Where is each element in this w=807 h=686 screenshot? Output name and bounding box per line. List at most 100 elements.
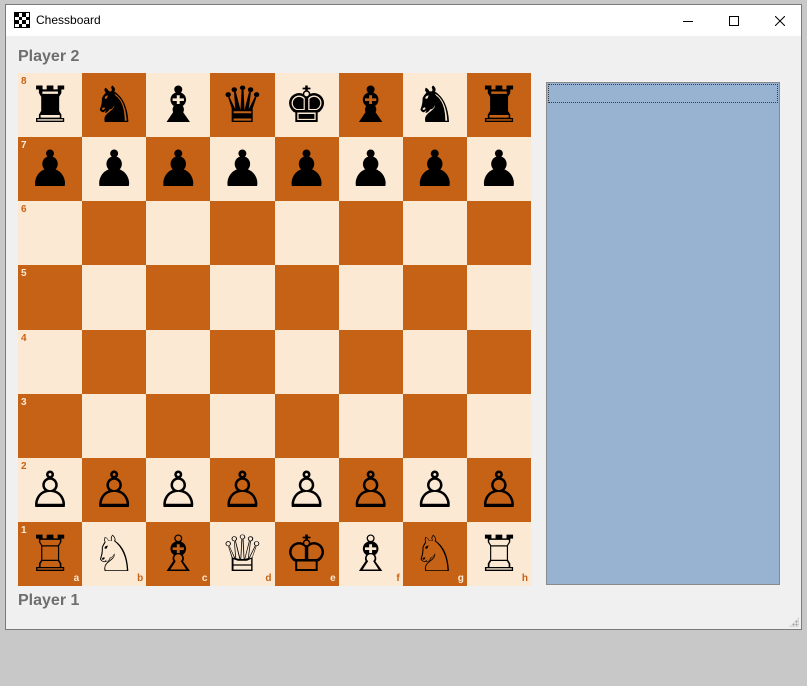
square-e8[interactable]: ♚ bbox=[274, 73, 339, 138]
square-e1[interactable]: e ♔ bbox=[274, 521, 339, 586]
square-b7[interactable]: ♟ bbox=[82, 137, 147, 202]
black-rook-icon[interactable]: ♜ bbox=[18, 73, 82, 137]
square-g1[interactable]: g ♘ bbox=[402, 521, 467, 586]
square-g4[interactable] bbox=[402, 329, 467, 394]
square-d6[interactable] bbox=[210, 201, 275, 266]
black-pawn-icon[interactable]: ♟ bbox=[467, 137, 531, 201]
square-d1[interactable]: d ♕ bbox=[210, 521, 275, 586]
square-d3[interactable] bbox=[210, 393, 275, 458]
square-f5[interactable] bbox=[338, 265, 403, 330]
white-queen-icon[interactable]: ♕ bbox=[210, 522, 274, 586]
square-h2[interactable]: ♙ bbox=[466, 457, 531, 522]
white-pawn-icon[interactable]: ♙ bbox=[82, 458, 146, 522]
white-knight-icon[interactable]: ♘ bbox=[82, 522, 146, 586]
square-e4[interactable] bbox=[274, 329, 339, 394]
square-a8[interactable]: 8 ♜ bbox=[18, 73, 83, 138]
black-bishop-icon[interactable]: ♝ bbox=[339, 73, 403, 137]
square-c3[interactable] bbox=[146, 393, 211, 458]
square-e2[interactable]: ♙ bbox=[274, 457, 339, 522]
square-f1[interactable]: f ♗ bbox=[338, 521, 403, 586]
square-h8[interactable]: ♜ bbox=[466, 73, 531, 138]
maximize-button[interactable] bbox=[711, 5, 757, 36]
white-rook-icon[interactable]: ♖ bbox=[467, 522, 531, 586]
black-pawn-icon[interactable]: ♟ bbox=[275, 137, 339, 201]
square-f3[interactable] bbox=[338, 393, 403, 458]
black-pawn-icon[interactable]: ♟ bbox=[339, 137, 403, 201]
white-pawn-icon[interactable]: ♙ bbox=[275, 458, 339, 522]
square-d5[interactable] bbox=[210, 265, 275, 330]
square-a3[interactable]: 3 bbox=[18, 393, 83, 458]
black-pawn-icon[interactable]: ♟ bbox=[210, 137, 274, 201]
square-b2[interactable]: ♙ bbox=[82, 457, 147, 522]
square-c8[interactable]: ♝ bbox=[146, 73, 211, 138]
square-e7[interactable]: ♟ bbox=[274, 137, 339, 202]
square-d2[interactable]: ♙ bbox=[210, 457, 275, 522]
square-b4[interactable] bbox=[82, 329, 147, 394]
square-a6[interactable]: 6 bbox=[18, 201, 83, 266]
square-c4[interactable] bbox=[146, 329, 211, 394]
square-f4[interactable] bbox=[338, 329, 403, 394]
white-pawn-icon[interactable]: ♙ bbox=[18, 458, 82, 522]
white-bishop-icon[interactable]: ♗ bbox=[339, 522, 403, 586]
square-b8[interactable]: ♞ bbox=[82, 73, 147, 138]
square-h7[interactable]: ♟ bbox=[466, 137, 531, 202]
black-pawn-icon[interactable]: ♟ bbox=[403, 137, 467, 201]
square-e5[interactable] bbox=[274, 265, 339, 330]
square-b1[interactable]: b ♘ bbox=[82, 521, 147, 586]
square-d8[interactable]: ♛ bbox=[210, 73, 275, 138]
black-pawn-icon[interactable]: ♟ bbox=[18, 137, 82, 201]
square-g3[interactable] bbox=[402, 393, 467, 458]
white-pawn-icon[interactable]: ♙ bbox=[467, 458, 531, 522]
square-g8[interactable]: ♞ bbox=[402, 73, 467, 138]
square-h6[interactable] bbox=[466, 201, 531, 266]
square-a5[interactable]: 5 bbox=[18, 265, 83, 330]
white-bishop-icon[interactable]: ♗ bbox=[146, 522, 210, 586]
square-h5[interactable] bbox=[466, 265, 531, 330]
white-pawn-icon[interactable]: ♙ bbox=[339, 458, 403, 522]
white-king-icon[interactable]: ♔ bbox=[275, 522, 339, 586]
close-button[interactable] bbox=[757, 5, 803, 36]
square-c2[interactable]: ♙ bbox=[146, 457, 211, 522]
square-g2[interactable]: ♙ bbox=[402, 457, 467, 522]
move-list-selected-row[interactable] bbox=[548, 84, 778, 103]
black-knight-icon[interactable]: ♞ bbox=[82, 73, 146, 137]
black-rook-icon[interactable]: ♜ bbox=[467, 73, 531, 137]
square-h1[interactable]: h ♖ bbox=[466, 521, 531, 586]
square-g6[interactable] bbox=[402, 201, 467, 266]
white-pawn-icon[interactable]: ♙ bbox=[210, 458, 274, 522]
square-f7[interactable]: ♟ bbox=[338, 137, 403, 202]
black-pawn-icon[interactable]: ♟ bbox=[82, 137, 146, 201]
square-g5[interactable] bbox=[402, 265, 467, 330]
square-b5[interactable] bbox=[82, 265, 147, 330]
minimize-button[interactable] bbox=[665, 5, 711, 36]
square-e6[interactable] bbox=[274, 201, 339, 266]
square-g7[interactable]: ♟ bbox=[402, 137, 467, 202]
white-pawn-icon[interactable]: ♙ bbox=[146, 458, 210, 522]
white-knight-icon[interactable]: ♘ bbox=[403, 522, 467, 586]
square-a7[interactable]: 7 ♟ bbox=[18, 137, 83, 202]
square-b3[interactable] bbox=[82, 393, 147, 458]
square-c7[interactable]: ♟ bbox=[146, 137, 211, 202]
square-c5[interactable] bbox=[146, 265, 211, 330]
square-c6[interactable] bbox=[146, 201, 211, 266]
square-a2[interactable]: 2 ♙ bbox=[18, 457, 83, 522]
black-bishop-icon[interactable]: ♝ bbox=[146, 73, 210, 137]
square-f2[interactable]: ♙ bbox=[338, 457, 403, 522]
square-d4[interactable] bbox=[210, 329, 275, 394]
black-knight-icon[interactable]: ♞ bbox=[403, 73, 467, 137]
white-pawn-icon[interactable]: ♙ bbox=[403, 458, 467, 522]
square-d7[interactable]: ♟ bbox=[210, 137, 275, 202]
square-h4[interactable] bbox=[466, 329, 531, 394]
black-king-icon[interactable]: ♚ bbox=[275, 73, 339, 137]
black-pawn-icon[interactable]: ♟ bbox=[146, 137, 210, 201]
square-b6[interactable] bbox=[82, 201, 147, 266]
square-c1[interactable]: c ♗ bbox=[146, 521, 211, 586]
square-f6[interactable] bbox=[338, 201, 403, 266]
title-bar[interactable]: Chessboard bbox=[6, 5, 801, 36]
resize-grip-icon[interactable] bbox=[789, 617, 799, 627]
move-list-panel[interactable] bbox=[546, 82, 780, 585]
square-a4[interactable]: 4 bbox=[18, 329, 83, 394]
black-queen-icon[interactable]: ♛ bbox=[210, 73, 274, 137]
square-e3[interactable] bbox=[274, 393, 339, 458]
square-f8[interactable]: ♝ bbox=[338, 73, 403, 138]
